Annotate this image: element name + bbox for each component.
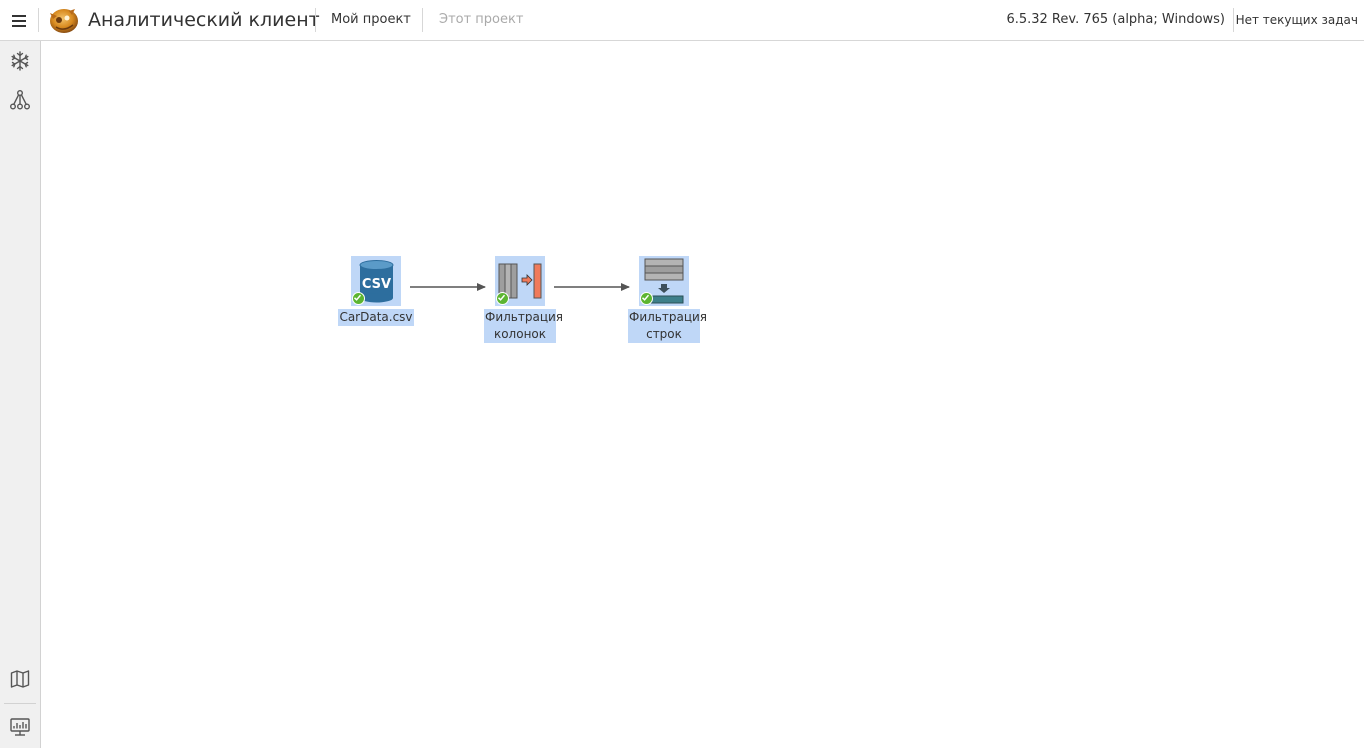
snowflake-icon[interactable]	[8, 49, 32, 73]
workflow-icon[interactable]	[8, 88, 32, 112]
node-column-filter[interactable]: Фильтрация колонок	[480, 256, 563, 343]
node-cardata-csv[interactable]: CSV CarData.csv	[336, 256, 416, 326]
tasks-status[interactable]: Нет текущих задач	[1236, 12, 1358, 28]
header-divider	[315, 8, 316, 32]
app-logo	[47, 5, 79, 35]
nav-my-project[interactable]: Мой проект	[331, 12, 411, 28]
node-label[interactable]: Фильтрация строк	[628, 309, 707, 343]
csv-database-icon[interactable]: CSV	[351, 256, 401, 306]
app-title: Аналитический клиент	[88, 9, 320, 31]
version-label: 6.5.32 Rev. 765 (alpha; Windows)	[1006, 12, 1225, 27]
header-divider	[1233, 8, 1234, 32]
node-label[interactable]: Фильтрация колонок	[484, 309, 563, 343]
left-sidebar	[0, 41, 41, 748]
workflow-canvas[interactable]: CSV CarData.csv Фильтрация колонок Фильт…	[42, 41, 1364, 748]
workflow-edges	[410, 283, 630, 291]
menu-icon[interactable]	[9, 11, 29, 31]
status-success-icon	[640, 292, 653, 305]
map-icon[interactable]	[8, 667, 32, 691]
header-divider	[38, 8, 39, 32]
row-filter-icon[interactable]	[639, 256, 689, 306]
sidebar-divider	[4, 703, 36, 704]
monitor-icon[interactable]	[8, 715, 32, 739]
status-success-icon	[352, 292, 365, 305]
node-row-filter[interactable]: Фильтрация строк	[624, 256, 707, 343]
status-success-icon	[496, 292, 509, 305]
csv-icon-text: CSV	[362, 277, 391, 292]
header-divider	[422, 8, 423, 32]
nav-this-project[interactable]: Этот проект	[439, 12, 523, 28]
column-filter-icon[interactable]	[495, 256, 545, 306]
node-label[interactable]: CarData.csv	[338, 309, 414, 326]
top-bar: Аналитический клиент Мой проект Этот про…	[0, 0, 1364, 41]
